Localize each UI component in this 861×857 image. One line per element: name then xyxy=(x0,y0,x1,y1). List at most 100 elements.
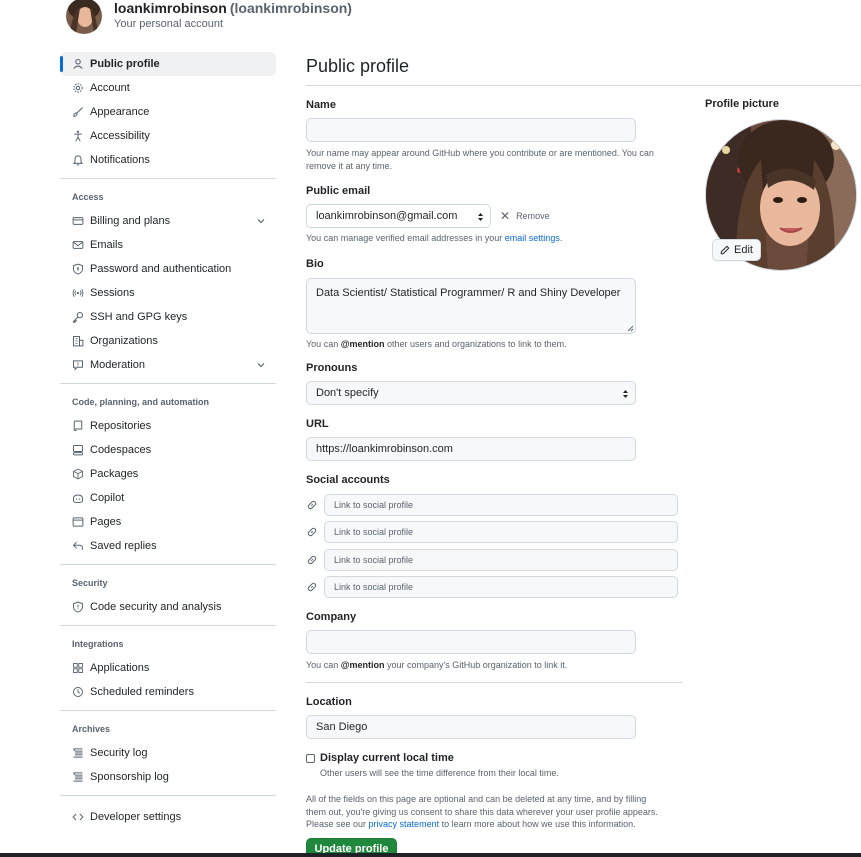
sidebar-item-applications[interactable]: Applications xyxy=(60,656,276,680)
resize-handle-icon[interactable] xyxy=(626,324,634,332)
sidebar-item-developer-settings[interactable]: Developer settings xyxy=(60,805,276,829)
social-link-input[interactable]: Link to social profile xyxy=(324,521,678,543)
remove-label: Remove xyxy=(516,211,550,221)
mail-icon xyxy=(72,239,84,251)
sidebar-item-accessibility[interactable]: Accessibility xyxy=(60,124,276,148)
copilot-icon xyxy=(72,492,84,504)
sidebar-item-sponsorship-log[interactable]: Sponsorship log xyxy=(60,765,276,789)
sidebar-item-scheduled-reminders[interactable]: Scheduled reminders xyxy=(60,680,276,704)
sidebar-item-billing[interactable]: Billing and plans xyxy=(60,209,276,233)
url-input[interactable]: https://loankimrobinson.com xyxy=(306,437,636,461)
sidebar-divider xyxy=(60,795,276,796)
social-account-row: Link to social profile xyxy=(306,521,678,543)
paintbrush-icon xyxy=(72,106,84,118)
public-email-label: Public email xyxy=(306,185,371,197)
bio-note-suffix: other users and organizations to link to… xyxy=(384,339,567,349)
pronouns-label: Pronouns xyxy=(306,362,358,374)
sidebar-item-label: SSH and GPG keys xyxy=(90,311,188,323)
email-settings-link[interactable]: email settings xyxy=(505,233,560,243)
social-link-input[interactable]: Link to social profile xyxy=(324,494,678,516)
sidebar-item-codespaces[interactable]: Codespaces xyxy=(60,438,276,462)
company-input[interactable] xyxy=(306,630,636,654)
location-input[interactable]: San Diego xyxy=(306,715,636,739)
sidebar-item-public-profile[interactable]: Public profile xyxy=(60,52,276,76)
sidebar-item-label: Copilot xyxy=(90,492,125,504)
sidebar-group-security: Security xyxy=(72,578,108,588)
repo-icon xyxy=(72,420,84,432)
social-accounts-label: Social accounts xyxy=(306,474,390,486)
sidebar-item-packages[interactable]: Packages xyxy=(60,462,276,486)
consent-line-1: All of the fields on this page are optio… xyxy=(306,794,647,804)
public-email-value: loankimrobinson@gmail.com xyxy=(316,210,458,222)
log-icon xyxy=(72,771,84,783)
log-icon xyxy=(72,747,84,759)
select-arrows-icon xyxy=(623,390,628,398)
sidebar-item-copilot[interactable]: Copilot xyxy=(60,486,276,510)
sidebar-item-password[interactable]: Password and authentication xyxy=(60,257,276,281)
credit-card-icon xyxy=(72,215,84,227)
sidebar-item-label: Appearance xyxy=(90,106,150,118)
remove-email-button[interactable]: ✕ Remove xyxy=(500,209,550,223)
sidebar-item-saved-replies[interactable]: Saved replies xyxy=(60,534,276,558)
chevron-down-icon[interactable] xyxy=(256,216,266,226)
profile-form-area: Public profile Name Your name may appear… xyxy=(306,52,861,857)
company-note: You can @mention your company's GitHub o… xyxy=(306,659,567,672)
sidebar-item-repositories[interactable]: Repositories xyxy=(60,414,276,438)
consent-prefix: Please see our xyxy=(306,819,369,829)
sidebar-item-emails[interactable]: Emails xyxy=(60,233,276,257)
sidebar-item-organizations[interactable]: Organizations xyxy=(60,329,276,353)
apps-icon xyxy=(72,662,84,674)
sidebar-item-label: Code security and analysis xyxy=(90,601,222,613)
sidebar-item-sessions[interactable]: Sessions xyxy=(60,281,276,305)
sidebar-item-moderation[interactable]: Moderation xyxy=(60,353,276,377)
sidebar-item-label: Password and authentication xyxy=(90,263,232,275)
bio-label: Bio xyxy=(306,258,324,270)
bio-textarea[interactable]: Data Scientist/ Statistical Programmer/ … xyxy=(306,278,636,334)
sidebar-item-notifications[interactable]: Notifications xyxy=(60,148,276,172)
bio-note-prefix: You can xyxy=(306,339,341,349)
person-icon xyxy=(72,58,84,70)
privacy-statement-link[interactable]: privacy statement xyxy=(369,819,440,829)
local-time-label[interactable]: Display current local time xyxy=(320,752,454,764)
sidebar-item-code-security[interactable]: Code security and analysis xyxy=(60,595,276,619)
public-email-select[interactable]: loankimrobinson@gmail.com xyxy=(306,204,491,228)
name-input[interactable] xyxy=(306,118,636,142)
sidebar-item-security-log[interactable]: Security log xyxy=(60,741,276,765)
social-link-input[interactable]: Link to social profile xyxy=(324,549,678,571)
sidebar-divider xyxy=(60,383,276,384)
sidebar-item-label: Accessibility xyxy=(90,130,150,142)
sidebar-item-label: Applications xyxy=(90,662,150,674)
sidebar-item-label: Emails xyxy=(90,239,124,251)
local-time-checkbox[interactable] xyxy=(306,754,315,763)
sidebar-group-access: Access xyxy=(72,192,104,202)
sidebar-item-pages[interactable]: Pages xyxy=(60,510,276,534)
consent-line-2: them out, you're giving us consent to sh… xyxy=(306,806,658,817)
form-divider xyxy=(306,682,682,683)
company-note-suffix: your company's GitHub organization to li… xyxy=(384,660,568,670)
pronouns-select[interactable]: Don't specify xyxy=(306,381,636,405)
mention-text: @mention xyxy=(340,660,385,670)
package-icon xyxy=(72,468,84,480)
edit-avatar-button[interactable]: Edit xyxy=(712,239,761,261)
sidebar-item-appearance[interactable]: Appearance xyxy=(60,100,276,124)
sidebar-item-account[interactable]: Account xyxy=(60,76,276,100)
sidebar-divider xyxy=(60,178,276,179)
social-account-row: Link to social profile xyxy=(306,494,678,516)
codescan-icon xyxy=(72,601,84,613)
company-label: Company xyxy=(306,611,357,623)
social-link-input[interactable]: Link to social profile xyxy=(324,576,678,598)
avatar[interactable] xyxy=(66,0,102,34)
profile-picture-label: Profile picture xyxy=(705,98,779,110)
sidebar-group-integrations: Integrations xyxy=(72,639,124,649)
sidebar-item-label: Repositories xyxy=(90,420,152,432)
email-note-text: You can manage verified email addresses … xyxy=(306,233,505,243)
social-account-row: Link to social profile xyxy=(306,576,678,598)
location-label: Location xyxy=(306,696,352,708)
sidebar-item-ssh-gpg[interactable]: SSH and GPG keys xyxy=(60,305,276,329)
consent-line-3: Please see our privacy statement to lear… xyxy=(306,818,706,831)
chevron-down-icon[interactable] xyxy=(256,360,266,370)
pencil-icon xyxy=(720,245,730,255)
sidebar-item-label: Organizations xyxy=(90,335,158,347)
select-arrows-icon xyxy=(478,213,483,221)
report-icon xyxy=(72,359,84,371)
